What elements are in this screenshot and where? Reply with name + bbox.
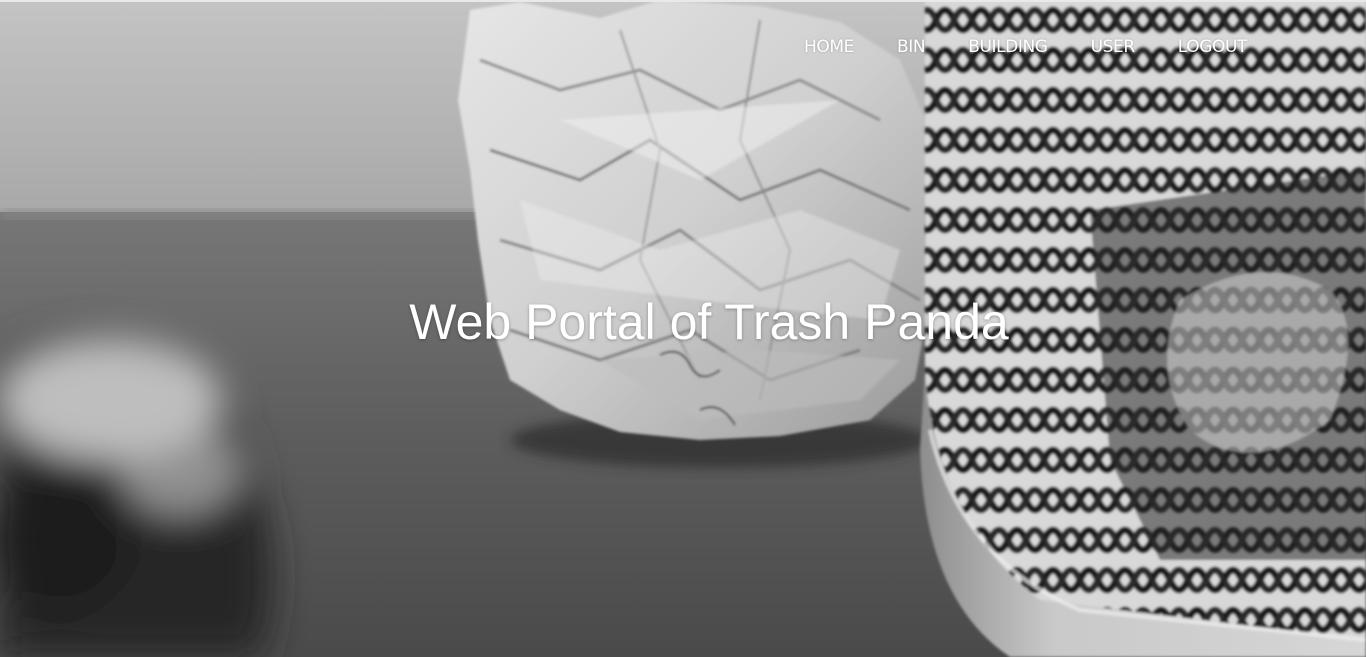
nav-item-home[interactable]: HOME [804, 36, 854, 58]
nav-item-bin[interactable]: BIN [854, 36, 926, 58]
top-border [0, 0, 1366, 2]
landing-page: HOME BIN BUILDING USER LOGOUT Web Portal… [0, 0, 1366, 657]
nav-item-building[interactable]: BUILDING [925, 36, 1048, 58]
nav-item-user[interactable]: USER [1048, 36, 1136, 58]
hero-title: Web Portal of Trash Panda [409, 294, 1009, 350]
main-navigation: HOME BIN BUILDING USER LOGOUT [804, 36, 1247, 58]
nav-item-logout[interactable]: LOGOUT [1135, 36, 1248, 58]
crumpled-paper-ball [458, 0, 930, 440]
